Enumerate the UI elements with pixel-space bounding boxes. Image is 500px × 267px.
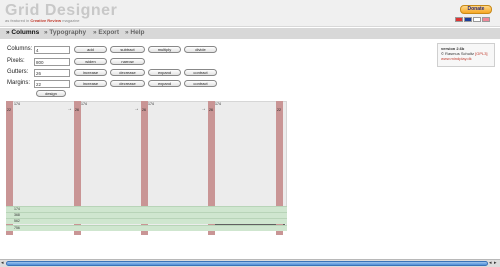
tab-help[interactable]: » Help <box>125 29 145 36</box>
visa-icon <box>464 17 472 22</box>
subtitle-suffix: magazine <box>62 18 80 23</box>
subtract-column-button[interactable]: subtract <box>110 46 145 53</box>
narrow-button[interactable]: narrow <box>110 58 145 65</box>
column-1-width-label: 174 <box>14 102 20 106</box>
version-info: version 2.6b © Rasmus Schultz [GPL3] www… <box>437 43 495 67</box>
margin-decrease-button[interactable]: decrease <box>110 80 145 87</box>
right-arrow-icon: → <box>134 106 139 112</box>
margin-expand-button[interactable]: expand <box>148 80 181 87</box>
margins-input[interactable] <box>34 80 70 88</box>
left-margin-label: 22 <box>7 108 11 112</box>
gutters-input[interactable] <box>34 69 70 77</box>
donate-button[interactable]: Donate <box>460 5 492 14</box>
add-column-button[interactable]: add <box>74 46 107 53</box>
scrollbar-thumb[interactable] <box>6 261 488 266</box>
width-row-3: 562 <box>6 218 287 224</box>
gutter-decrease-button[interactable]: decrease <box>110 69 145 76</box>
tab-bar: » Columns » Typography » Export » Help <box>0 28 500 39</box>
gutters-label: Gutters: <box>7 69 29 75</box>
gutter-2-label: 26 <box>142 108 146 112</box>
columns-input[interactable] <box>34 46 70 54</box>
payment-cards <box>455 17 490 22</box>
tab-columns[interactable]: » Columns <box>6 29 39 36</box>
column-3-width-label: 174 <box>148 102 154 106</box>
right-arrow-icon: → <box>201 106 206 112</box>
app-subtitle: as featured in Creative Review magazine <box>5 18 80 23</box>
column-4-width-label: 174 <box>215 102 221 106</box>
multiply-columns-button[interactable]: multiply <box>148 46 181 53</box>
right-arrow-icon: → <box>67 106 72 112</box>
scroll-left-icon[interactable]: ◂ <box>489 260 492 267</box>
app-header: Grid Designer as featured in Creative Re… <box>0 0 500 27</box>
website-link[interactable]: www.mindplay.dk <box>441 56 491 61</box>
amex-icon <box>473 17 481 22</box>
gutter-1-label: 26 <box>75 108 79 112</box>
margin-increase-button[interactable]: increase <box>74 80 107 87</box>
width-row-4: 756 <box>6 225 287 231</box>
mastercard-icon <box>455 17 463 22</box>
gutter-contract-button[interactable]: contract <box>184 69 217 76</box>
margin-contract-button[interactable]: contract <box>184 80 217 87</box>
pixels-input[interactable] <box>34 58 70 66</box>
subtitle-brand-link[interactable]: Creative Review <box>30 18 61 23</box>
bank-card-icon <box>482 17 490 22</box>
tab-typography[interactable]: » Typography <box>44 29 86 36</box>
column-2-width-label: 174 <box>81 102 87 106</box>
scroll-right-icon[interactable]: ▸ <box>494 260 497 267</box>
divide-columns-button[interactable]: divide <box>184 46 217 53</box>
margins-label: Margins: <box>7 80 31 86</box>
license-link[interactable]: [GPL3] <box>475 51 487 56</box>
right-margin-label: 22 <box>277 108 281 112</box>
columns-label: Columns: <box>7 46 33 52</box>
tab-export[interactable]: » Export <box>93 29 119 36</box>
scroll-left-icon[interactable]: ◂ <box>1 260 4 267</box>
gutter-3-label: 26 <box>209 108 213 112</box>
pixels-label: Pixels: <box>7 58 25 64</box>
widen-button[interactable]: widen <box>74 58 107 65</box>
horizontal-scrollbar[interactable]: ◂ ◂ ▸ <box>0 259 500 267</box>
design-button[interactable]: design <box>36 90 66 97</box>
gutter-increase-button[interactable]: increase <box>74 69 107 76</box>
gutter-expand-button[interactable]: expand <box>148 69 181 76</box>
subtitle-prefix: as featured in <box>5 18 30 23</box>
